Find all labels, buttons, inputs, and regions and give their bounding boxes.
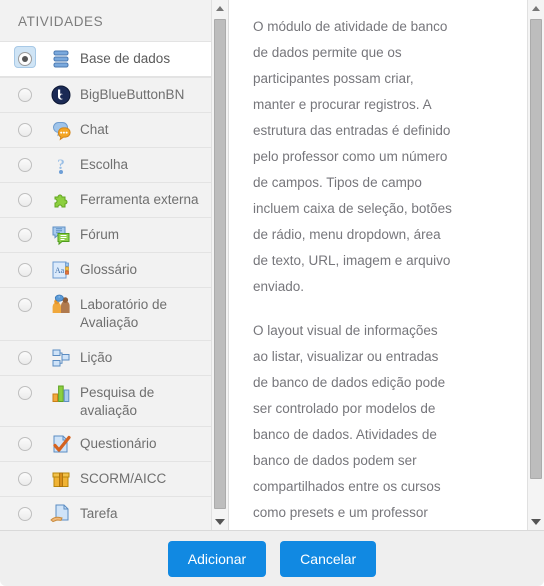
activity-label: Base de dados — [80, 51, 171, 66]
quiz-checkmark-icon — [50, 433, 72, 455]
activity-row-pesquisa-de-avaliacao[interactable]: Pesquisa de avaliação — [0, 375, 212, 426]
description-paragraph: O módulo de atividade de banco de dados … — [253, 19, 452, 294]
activities-list: ATIVIDADES Base de dados BigBlueButtonBN… — [0, 0, 212, 530]
cancel-button[interactable]: Cancelar — [280, 540, 377, 577]
bigbluebutton-icon — [50, 84, 72, 106]
workshop-people-icon: " — [50, 294, 72, 316]
scroll-up-arrow[interactable] — [528, 0, 544, 17]
glossary-icon: Aa — [50, 259, 72, 281]
add-button[interactable]: Adicionar — [167, 540, 267, 577]
puzzle-piece-icon — [50, 189, 72, 211]
activity-radio-scorm-aicc[interactable] — [14, 466, 36, 488]
activity-label: Glossário — [80, 262, 138, 277]
activity-label: Tarefa — [80, 506, 118, 521]
scorm-package-icon — [50, 468, 72, 490]
scroll-up-arrow[interactable] — [212, 0, 228, 17]
activity-row-glossario[interactable]: Aa Glossário — [0, 252, 212, 287]
activity-row-bigbluebuttonbn[interactable]: BigBlueButtonBN — [0, 77, 212, 112]
activity-radio-laboratorio-de-avaliacao[interactable] — [14, 292, 36, 314]
svg-text:Aa: Aa — [55, 266, 65, 275]
activity-description-panel: O módulo de atividade de banco de dados … — [229, 0, 544, 530]
activities-scrollbar[interactable] — [211, 0, 228, 530]
activity-radio-glossario[interactable] — [14, 257, 36, 279]
scroll-down-arrow[interactable] — [212, 513, 228, 530]
dialog-body: ATIVIDADES Base de dados BigBlueButtonBN… — [0, 0, 544, 531]
activity-radio-escolha[interactable] — [14, 152, 36, 174]
activity-label: Chat — [80, 122, 109, 137]
activities-group-title: ATIVIDADES — [0, 0, 212, 41]
activity-radio-chat[interactable] — [14, 117, 36, 139]
activity-row-licao[interactable]: Lição — [0, 340, 212, 375]
add-activity-dialog: ATIVIDADES Base de dados BigBlueButtonBN… — [0, 0, 544, 586]
activity-label: Pesquisa de avaliação — [80, 385, 155, 418]
activity-row-scorm-aicc[interactable]: SCORM/AICC — [0, 461, 212, 496]
activity-radio-ferramenta-externa[interactable] — [14, 187, 36, 209]
lesson-flowchart-icon — [50, 347, 72, 369]
activity-radio-tarefa[interactable] — [14, 501, 36, 523]
activity-row-base-de-dados[interactable]: Base de dados — [0, 41, 212, 77]
activity-label: BigBlueButtonBN — [80, 87, 185, 102]
activity-row-forum[interactable]: Fórum — [0, 217, 212, 252]
activity-label: Fórum — [80, 227, 120, 242]
scrollbar-thumb[interactable] — [214, 19, 226, 509]
activity-label: SCORM/AICC — [80, 471, 167, 486]
activity-row-chat[interactable]: Chat — [0, 112, 212, 147]
activity-label: Ferramenta externa — [80, 192, 199, 207]
forum-icon — [50, 224, 72, 246]
activity-radio-questionario[interactable] — [14, 431, 36, 453]
assignment-hand-icon — [50, 503, 72, 525]
activity-label: Questionário — [80, 436, 157, 451]
description-scrollbar[interactable] — [527, 0, 544, 530]
database-icon — [50, 48, 72, 70]
description-text: O módulo de atividade de banco de dados … — [229, 0, 477, 530]
scroll-down-arrow[interactable] — [528, 513, 544, 530]
activity-label: Escolha — [80, 157, 129, 172]
activity-row-tarefa[interactable]: Tarefa — [0, 496, 212, 530]
activity-radio-bigbluebuttonbn[interactable] — [14, 82, 36, 104]
activity-radio-licao[interactable] — [14, 345, 36, 367]
dialog-footer: Adicionar Cancelar — [0, 531, 544, 586]
activities-panel: ATIVIDADES Base de dados BigBlueButtonBN… — [0, 0, 229, 530]
activity-row-escolha[interactable]: ? Escolha — [0, 147, 212, 182]
activity-row-laboratorio-de-avaliacao[interactable]: " Laboratório de Avaliação — [0, 287, 212, 340]
bar-chart-icon — [50, 382, 72, 404]
activity-row-questionario[interactable]: Questionário — [0, 426, 212, 461]
activity-radio-pesquisa-de-avaliacao[interactable] — [14, 380, 36, 402]
svg-text:": " — [58, 296, 60, 301]
activity-radio-forum[interactable] — [14, 222, 36, 244]
chat-bubbles-icon — [50, 119, 72, 141]
activity-label: Lição — [80, 350, 113, 365]
activity-radio-base-de-dados[interactable] — [14, 46, 36, 68]
scrollbar-thumb[interactable] — [530, 19, 542, 479]
description-paragraph: O layout visual de informações ao listar… — [253, 323, 446, 520]
activity-row-ferramenta-externa[interactable]: Ferramenta externa — [0, 182, 212, 217]
question-mark-icon: ? — [50, 154, 72, 176]
